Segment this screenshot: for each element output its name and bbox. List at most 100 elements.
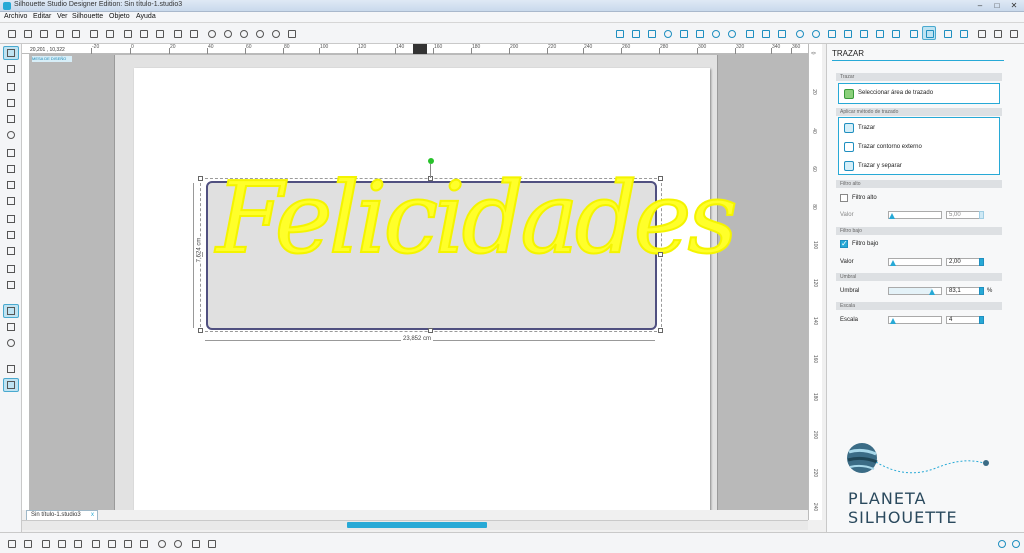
knife-icon[interactable] xyxy=(154,536,168,550)
umbral-slider[interactable] xyxy=(888,287,942,295)
send-to-silhouette-icon[interactable] xyxy=(956,26,970,40)
line-color-icon[interactable] xyxy=(660,26,674,40)
save-icon[interactable] xyxy=(36,26,50,40)
duplicate-icon[interactable] xyxy=(70,536,84,550)
rectangle-tool-icon[interactable] xyxy=(3,96,19,110)
split-view-icon[interactable] xyxy=(3,378,19,392)
bring-forward-icon[interactable] xyxy=(120,536,134,550)
menu-silhouette[interactable]: Silhouette xyxy=(72,13,103,20)
trace-method-contorno[interactable]: Trazar contorno externo xyxy=(858,144,922,150)
cut-icon[interactable] xyxy=(152,26,166,40)
polygon-tool-icon[interactable] xyxy=(3,146,19,160)
select-trace-area-button[interactable]: Seleccionar área de trazado xyxy=(838,83,1000,104)
fill-gradient-icon[interactable] xyxy=(628,26,642,40)
move-icon[interactable] xyxy=(840,26,854,40)
valor-alto-spinner[interactable] xyxy=(979,211,984,219)
show-cut-mat-icon[interactable] xyxy=(3,304,19,318)
rounded-rectangle-icon[interactable] xyxy=(3,112,19,126)
text-style-icon[interactable] xyxy=(774,26,788,40)
fit-to-window-icon[interactable] xyxy=(284,26,298,40)
filtro-bajo-checkbox[interactable] xyxy=(840,239,848,248)
refresh-icon[interactable] xyxy=(1008,536,1022,550)
knife-tool-icon[interactable] xyxy=(3,278,19,292)
umbral-knob[interactable] xyxy=(928,289,935,295)
modify-icon[interactable] xyxy=(856,26,870,40)
send-backward-icon[interactable] xyxy=(136,536,150,550)
select-tool-icon[interactable] xyxy=(3,46,19,60)
arc-tool-icon[interactable] xyxy=(3,212,19,226)
menu-editar[interactable]: Editar xyxy=(33,13,51,20)
library-icon[interactable] xyxy=(974,26,988,40)
edit-points-icon[interactable] xyxy=(3,62,19,76)
paste-icon[interactable] xyxy=(136,26,150,40)
trace-settings-icon[interactable] xyxy=(906,26,920,40)
gear-icon[interactable] xyxy=(994,536,1008,550)
make-compound-icon[interactable] xyxy=(38,536,52,550)
library-view-icon[interactable] xyxy=(3,336,19,350)
line-style-icon[interactable] xyxy=(676,26,690,40)
zoom-select-icon[interactable] xyxy=(252,26,266,40)
line-tool-icon[interactable] xyxy=(3,80,19,94)
valor-bajo-spinner[interactable] xyxy=(979,258,984,266)
page-setup-icon[interactable] xyxy=(888,26,902,40)
valor-bajo-slider[interactable] xyxy=(888,258,942,266)
trace-icon[interactable] xyxy=(922,26,936,40)
umbral-spinner[interactable] xyxy=(979,287,984,295)
transform-icon[interactable] xyxy=(792,26,806,40)
undo-icon[interactable] xyxy=(170,26,184,40)
escala-spinner[interactable] xyxy=(979,316,984,324)
resize-handle-ne[interactable] xyxy=(658,176,663,181)
menu-archivo[interactable]: Archivo xyxy=(4,13,27,20)
scale-icon[interactable] xyxy=(824,26,838,40)
print-icon[interactable] xyxy=(86,26,100,40)
document-tab[interactable]: Sin título-1.studio3 x xyxy=(26,510,98,520)
menu-ver[interactable]: Ver xyxy=(57,13,68,20)
ungroup-icon[interactable] xyxy=(20,536,34,550)
trace-method-trazar[interactable]: Trazar xyxy=(858,125,875,131)
scrollbar-thumb[interactable] xyxy=(347,522,487,528)
filtro-alto-checkbox[interactable] xyxy=(840,194,848,202)
fill-pattern-icon[interactable] xyxy=(644,26,658,40)
eraser-tool-icon[interactable] xyxy=(3,262,19,276)
ellipse-tool-icon[interactable] xyxy=(3,128,19,142)
valor-alto-slider[interactable] xyxy=(888,211,942,219)
offset-icon[interactable] xyxy=(872,26,886,40)
save-as-icon[interactable] xyxy=(52,26,66,40)
design-view-icon[interactable] xyxy=(3,362,19,376)
text-tool-icon[interactable] xyxy=(3,244,19,258)
open-icon[interactable] xyxy=(20,26,34,40)
fill-color-icon[interactable] xyxy=(612,26,626,40)
offset-bottom-icon[interactable] xyxy=(170,536,184,550)
release-compound-icon[interactable] xyxy=(54,536,68,550)
shadow-icon[interactable] xyxy=(692,26,706,40)
resize-handle-e[interactable] xyxy=(658,252,663,257)
tab-close-icon[interactable]: x xyxy=(91,511,94,520)
valor-bajo-knob[interactable] xyxy=(889,260,896,266)
menu-objeto[interactable]: Objeto xyxy=(109,13,130,20)
valor-bajo-input[interactable]: 2,00 xyxy=(946,258,982,266)
menu-ayuda[interactable]: Ayuda xyxy=(136,13,156,20)
save-to-library-icon[interactable] xyxy=(68,26,82,40)
weld-icon[interactable] xyxy=(88,536,102,550)
escala-slider[interactable] xyxy=(888,316,942,324)
fill-bottom-icon[interactable] xyxy=(188,536,202,550)
umbral-input[interactable]: 83,1 xyxy=(946,287,982,295)
resize-handle-nw[interactable] xyxy=(198,176,203,181)
minimize-button[interactable]: – xyxy=(972,0,988,11)
rotate-icon[interactable] xyxy=(808,26,822,40)
close-button[interactable]: ✕ xyxy=(1006,0,1022,11)
cut-settings-icon[interactable] xyxy=(940,26,954,40)
lock-icon[interactable] xyxy=(204,536,218,550)
smooth-freehand-icon[interactable] xyxy=(3,194,19,208)
align-icon[interactable] xyxy=(742,26,756,40)
resize-handle-se[interactable] xyxy=(658,328,663,333)
zoom-out-icon[interactable] xyxy=(236,26,250,40)
zoom-drag-icon[interactable] xyxy=(268,26,282,40)
valor-alto-input[interactable]: 5,00 xyxy=(946,211,982,219)
sketch-icon[interactable] xyxy=(708,26,722,40)
escala-knob[interactable] xyxy=(890,318,897,324)
curve-tool-icon[interactable] xyxy=(3,162,19,176)
copy-icon[interactable] xyxy=(120,26,134,40)
delete-icon[interactable] xyxy=(104,536,118,550)
pan-hand-icon[interactable] xyxy=(204,26,218,40)
